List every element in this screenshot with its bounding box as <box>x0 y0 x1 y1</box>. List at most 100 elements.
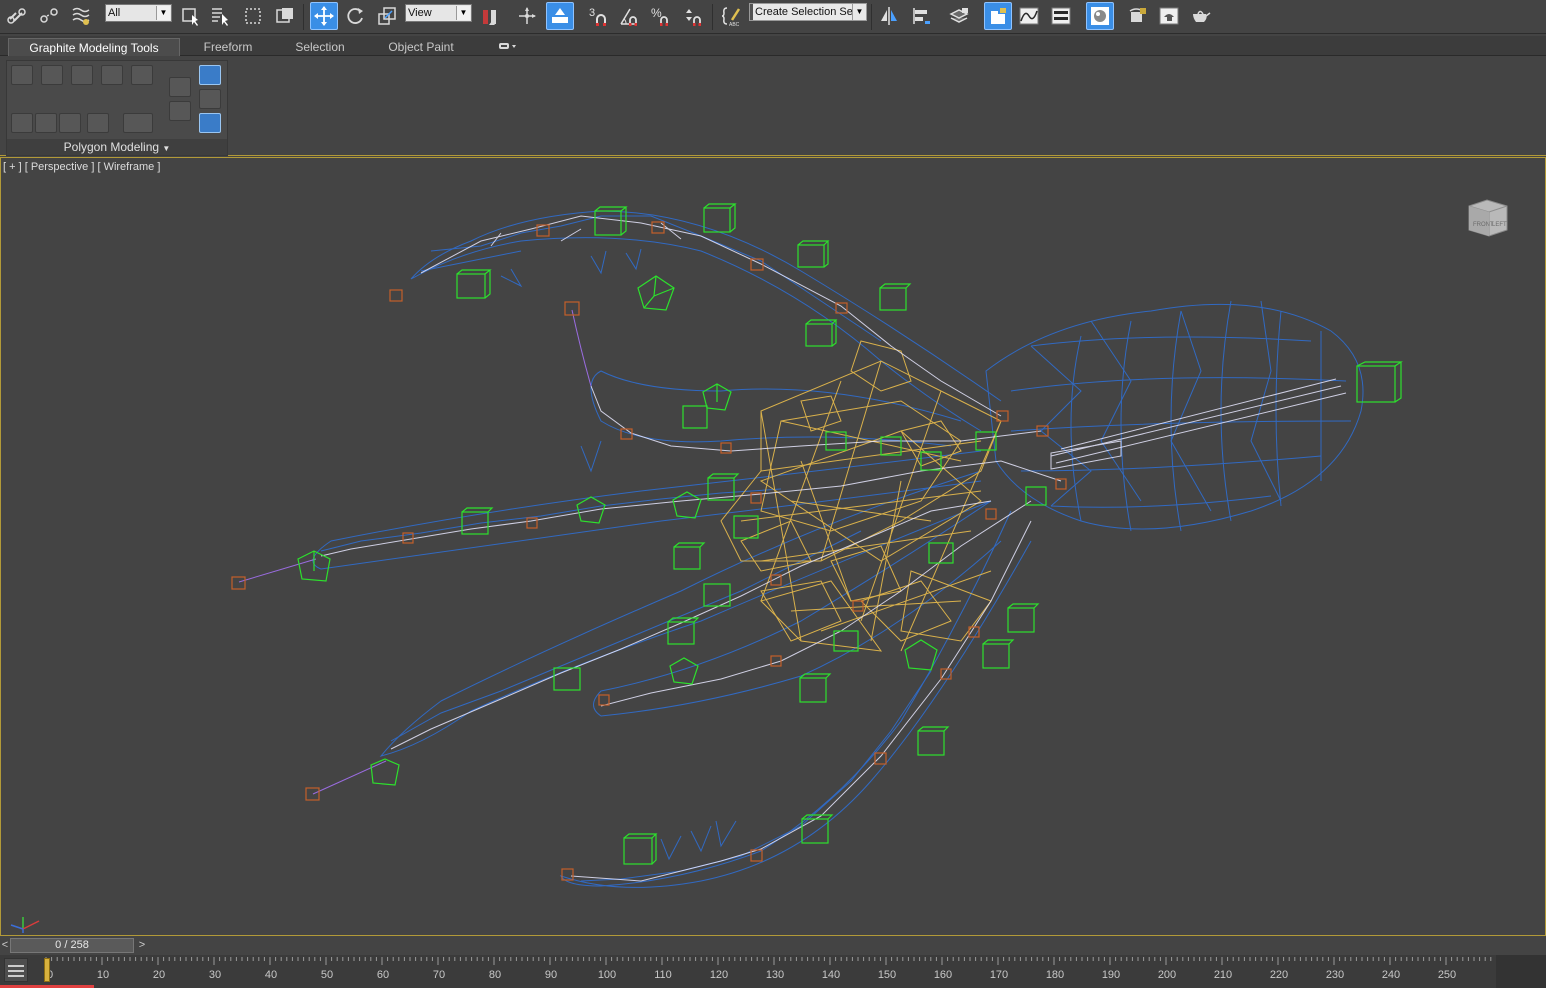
panel-label: Polygon Modeling <box>63 140 160 154</box>
next-frame-button[interactable]: > <box>135 938 149 953</box>
ruler-tick-label: 150 <box>878 969 896 981</box>
window-crossing-icon[interactable] <box>272 3 298 29</box>
polygon-mode-icon[interactable] <box>101 65 123 85</box>
main-toolbar: All ▼ View ▼ 3 % ABC Create Selection Se… <box>0 0 1546 34</box>
border-mode-icon[interactable] <box>71 65 93 85</box>
ruler-tick-label: 70 <box>433 969 445 981</box>
scene-explorer-icon[interactable] <box>984 2 1012 30</box>
control-helpers <box>297 203 1403 865</box>
pin-stack-icon[interactable] <box>199 89 221 109</box>
select-and-link-icon[interactable] <box>4 3 30 29</box>
ribbon-tab-bar: Graphite Modeling Tools Freeform Selecti… <box>0 36 1546 56</box>
axis-tripod-icon <box>10 917 40 933</box>
render-setup-icon[interactable] <box>1124 3 1150 29</box>
layer-manager-icon[interactable] <box>946 3 972 29</box>
track-bar[interactable]: 0 10 20 30 40 50 60 70 80 90 100 110 120 130 140 150 160… <box>0 955 1546 988</box>
ruler-tick-label: 30 <box>209 969 221 981</box>
octopus-rig-wireframe[interactable] <box>1 158 1545 935</box>
selection-filter-value: All <box>108 7 121 19</box>
viewcube-front-label: FRONT <box>1473 222 1494 228</box>
polygon-modeling-panel: Polygon Modeling ▼ <box>6 60 228 156</box>
ruler-tick-label: 100 <box>598 969 616 981</box>
polygon-modeling-dropdown[interactable]: Polygon Modeling ▼ <box>7 139 227 155</box>
toolbar-separator <box>303 4 304 30</box>
render-production-icon[interactable] <box>1188 3 1214 29</box>
chevron-down-icon: ▼ <box>156 6 170 20</box>
tab-graphite-modeling-tools[interactable]: Graphite Modeling Tools <box>8 38 180 56</box>
time-slider-thumb[interactable]: 0 / 258 <box>10 938 134 953</box>
bind-to-space-warp-icon[interactable] <box>68 3 94 29</box>
edit-named-selection-icon[interactable]: ABC <box>718 3 744 29</box>
unlink-selection-icon[interactable] <box>36 3 62 29</box>
rectangular-selection-region-icon[interactable] <box>240 3 266 29</box>
dummy-objects <box>231 221 1067 881</box>
previous-stack-icon[interactable] <box>35 113 57 133</box>
viewcube-left-label: LEFT <box>1492 222 1507 228</box>
chevron-down-icon: ▼ <box>456 6 470 20</box>
next-stack-icon[interactable] <box>59 113 81 133</box>
ruler-tick-label: 130 <box>766 969 784 981</box>
toolbar-separator <box>712 4 713 30</box>
material-editor-icon[interactable] <box>1086 2 1114 30</box>
edge-mode-icon[interactable] <box>41 65 63 85</box>
align-icon[interactable] <box>908 3 934 29</box>
chevron-down-icon: ▼ <box>162 144 171 153</box>
select-object-icon[interactable] <box>178 3 204 29</box>
vertex-mode-icon[interactable] <box>11 65 33 85</box>
ruler-tick-label: 220 <box>1270 969 1288 981</box>
pivot-center-icon[interactable] <box>477 3 503 29</box>
ruler-tick-label: 90 <box>545 969 557 981</box>
ruler-tick-label: 180 <box>1046 969 1064 981</box>
ruler-tick-label: 110 <box>654 969 672 981</box>
ruler-tick-label: 60 <box>377 969 389 981</box>
current-frame-marker[interactable] <box>44 958 50 982</box>
rendered-frame-window-icon[interactable] <box>1156 3 1182 29</box>
ruler-tick-label: 160 <box>934 969 952 981</box>
tab-object-paint[interactable]: Object Paint <box>378 38 464 56</box>
snap-dimension-label: 3 <box>589 7 595 19</box>
ruler-tick-label: 240 <box>1382 969 1400 981</box>
named-selection-placeholder: Create Selection Se <box>753 4 855 20</box>
named-selection-set-dropdown[interactable]: Create Selection Se ▼ <box>749 3 867 21</box>
collapse-stack-icon[interactable] <box>123 113 153 133</box>
ruler-tick-label: 210 <box>1214 969 1232 981</box>
previous-frame-button[interactable]: < <box>0 938 10 953</box>
ruler-tick-label: 50 <box>321 969 333 981</box>
time-slider[interactable]: < 0 / 258 > <box>0 937 1546 954</box>
ruler-end-cap <box>1496 955 1546 988</box>
viewcube-icon[interactable]: FRONT LEFT <box>1465 196 1511 238</box>
use-soft-selection-icon[interactable] <box>169 101 191 121</box>
reference-coordinate-dropdown[interactable]: View ▼ <box>405 4 472 22</box>
percent-snap-label: % <box>651 6 662 20</box>
tab-selection[interactable]: Selection <box>282 38 358 56</box>
keyboard-shortcut-override-icon[interactable] <box>546 2 574 30</box>
angle-snap-toggle-icon[interactable] <box>616 3 642 29</box>
ribbon-options-icon[interactable] <box>494 38 522 56</box>
show-ribbon-icon[interactable] <box>199 113 221 133</box>
preserve-uvs-icon[interactable] <box>169 77 191 97</box>
select-by-name-icon[interactable] <box>208 3 234 29</box>
ruler-tick-label: 10 <box>97 969 109 981</box>
ruler-tick-label: 190 <box>1102 969 1120 981</box>
tab-freeform[interactable]: Freeform <box>190 38 266 56</box>
viewport-label[interactable]: [ + ] [ Perspective ] [ Wireframe ] <box>3 161 160 173</box>
selection-filter-dropdown[interactable]: All ▼ <box>105 4 172 22</box>
element-mode-icon[interactable] <box>131 65 153 85</box>
spinner-snap-toggle-icon[interactable] <box>680 3 706 29</box>
select-and-rotate-icon[interactable] <box>342 3 368 29</box>
schematic-view-icon[interactable] <box>1048 3 1074 29</box>
mirror-icon[interactable] <box>876 3 902 29</box>
snaps-toggle-icon[interactable]: 3 <box>585 3 611 29</box>
select-and-manipulate-icon[interactable] <box>514 3 540 29</box>
show-end-result-icon[interactable] <box>87 113 109 133</box>
ruler-tick-label: 200 <box>1158 969 1176 981</box>
curve-editor-icon[interactable] <box>1016 3 1042 29</box>
percent-snap-toggle-icon[interactable]: % <box>648 3 674 29</box>
toggle-command-panel-icon[interactable] <box>199 65 221 85</box>
perspective-viewport[interactable]: [ + ] [ Perspective ] [ Wireframe ] FRON… <box>0 157 1546 936</box>
select-and-scale-icon[interactable] <box>374 3 400 29</box>
svg-text:ABC: ABC <box>729 22 740 27</box>
chevron-down-icon: ▼ <box>852 4 866 20</box>
select-and-move-icon[interactable] <box>310 2 338 30</box>
modify-mode-icon[interactable] <box>11 113 33 133</box>
